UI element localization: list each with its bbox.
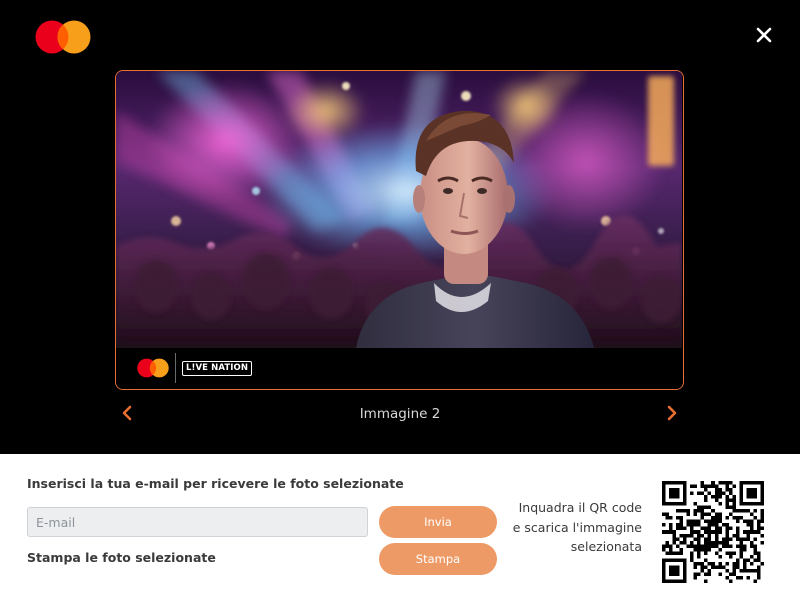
print-button[interactable]: Stampa bbox=[379, 543, 497, 575]
photo-card: L!VE NATION bbox=[115, 70, 684, 390]
send-button[interactable]: Invia bbox=[379, 506, 497, 538]
photo-viewer-page: L!VE NATION Immagine 2 Inserisci la tua … bbox=[0, 0, 800, 600]
print-instruction-label: Stampa le foto selezionate bbox=[27, 550, 216, 565]
email-field[interactable] bbox=[27, 507, 368, 537]
qr-code-icon bbox=[662, 481, 764, 583]
qr-instruction-line: selezionata bbox=[570, 539, 642, 554]
concert-photo bbox=[116, 71, 682, 348]
mastercard-logo-icon bbox=[137, 358, 169, 378]
viewer-panel: L!VE NATION Immagine 2 bbox=[0, 0, 800, 454]
email-instruction-label: Inserisci la tua e-mail per ricevere le … bbox=[27, 476, 404, 491]
close-icon[interactable] bbox=[752, 23, 776, 47]
qr-instruction-line: e scarica l'immagine bbox=[512, 519, 642, 535]
image-caption: Immagine 2 bbox=[359, 406, 441, 422]
photo-brand-bar: L!VE NATION bbox=[116, 348, 682, 389]
qr-instruction-line: Inquadra il QR code bbox=[518, 500, 642, 515]
live-nation-logo: L!VE NATION bbox=[182, 361, 253, 376]
chevron-right-icon[interactable] bbox=[665, 404, 679, 422]
mastercard-logo-icon bbox=[35, 20, 91, 54]
share-panel: Inserisci la tua e-mail per ricevere le … bbox=[0, 454, 800, 600]
chevron-left-icon[interactable] bbox=[120, 404, 134, 422]
brand-divider bbox=[175, 353, 176, 383]
qr-instructions: Inquadra il QR code e scarica l'immagine… bbox=[500, 498, 642, 557]
